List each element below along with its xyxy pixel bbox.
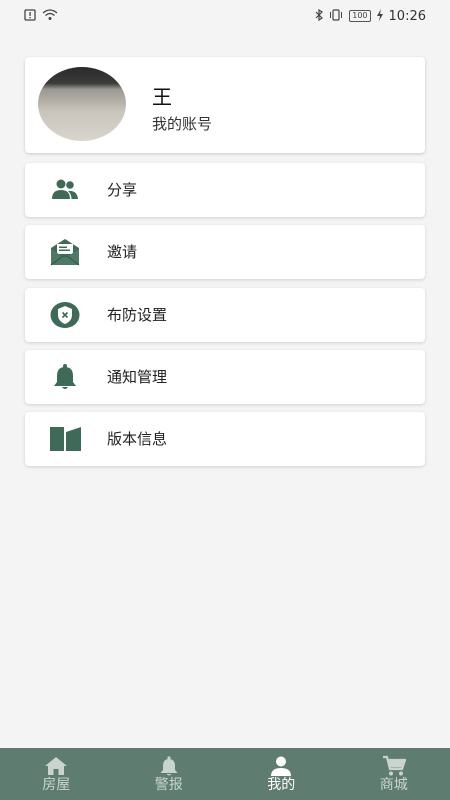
menu-item-label: 通知管理 <box>107 368 168 386</box>
clock: 10:26 <box>388 8 426 24</box>
menu-item-label: 邀请 <box>107 243 138 261</box>
user-name: 王 <box>152 85 172 109</box>
tab-label: 我的 <box>267 777 296 793</box>
bluetooth-icon <box>315 8 324 24</box>
book-icon <box>50 424 81 454</box>
shield-icon <box>50 300 80 330</box>
wifi-icon <box>42 8 58 24</box>
tab-label: 房屋 <box>42 777 71 793</box>
battery-indicator: 100 <box>349 10 371 22</box>
menu-item-label: 布防设置 <box>107 306 168 324</box>
menu-item-notifications[interactable]: 通知管理 <box>25 350 425 404</box>
bell-icon <box>157 755 181 777</box>
bottom-tab-bar: 房屋 警报 我的 商城 <box>0 748 450 800</box>
menu-item-label: 版本信息 <box>107 430 168 448</box>
tab-label: 商城 <box>379 777 408 793</box>
home-icon <box>44 755 68 777</box>
cart-icon <box>382 755 407 777</box>
bell-icon <box>50 362 80 392</box>
tab-houses[interactable]: 房屋 <box>0 748 113 800</box>
menu-item-arming-settings[interactable]: 布防设置 <box>25 288 425 342</box>
menu-item-version-info[interactable]: 版本信息 <box>25 412 425 466</box>
person-icon <box>269 755 293 777</box>
menu-item-invite[interactable]: 邀请 <box>25 225 425 279</box>
tab-store[interactable]: 商城 <box>338 748 450 800</box>
vibrate-icon <box>329 8 343 24</box>
envelope-icon <box>50 237 80 267</box>
avatar[interactable] <box>38 67 126 141</box>
alert-icon <box>24 8 36 24</box>
menu-item-label: 分享 <box>107 181 138 199</box>
tab-label: 警报 <box>154 777 183 793</box>
charging-icon <box>376 8 383 24</box>
people-icon <box>50 175 80 205</box>
menu-item-share[interactable]: 分享 <box>25 163 425 217</box>
tab-alerts[interactable]: 警报 <box>113 748 226 800</box>
status-bar: 100 10:26 <box>0 0 450 32</box>
tab-mine[interactable]: 我的 <box>225 748 338 800</box>
profile-card[interactable]: 王 我的账号 <box>25 57 425 153</box>
account-label: 我的账号 <box>152 115 213 133</box>
